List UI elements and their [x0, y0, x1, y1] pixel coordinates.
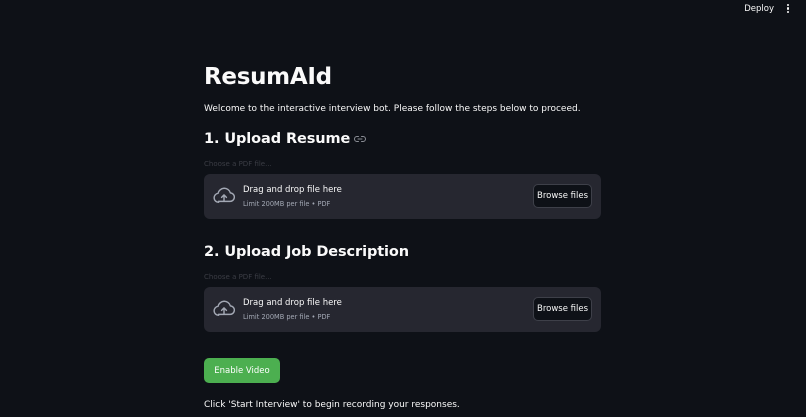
deploy-button[interactable]: Deploy [744, 4, 774, 14]
app-root: Deploy ResumAId Welcome to the interacti… [0, 0, 806, 417]
job-description-uploader-label: Choose a PDF file... [204, 273, 272, 281]
dropzone-limit-text: Limit 200MB per file • PDF [243, 200, 331, 208]
enable-video-button[interactable]: Enable Video [204, 358, 280, 383]
page-title: ResumAId [204, 64, 332, 90]
cloud-upload-icon [213, 300, 235, 317]
resume-dropzone[interactable]: Drag and drop file here Limit 200MB per … [204, 174, 601, 219]
upload-resume-heading: 1. Upload Resume [204, 131, 367, 147]
resume-browse-files-button[interactable]: Browse files [533, 184, 592, 208]
dropzone-instructions: Drag and drop file here [243, 185, 342, 195]
start-interview-instruction: Click 'Start Interview' to begin recordi… [204, 400, 460, 410]
welcome-text: Welcome to the interactive interview bot… [204, 104, 581, 114]
kebab-menu-icon[interactable] [784, 4, 792, 16]
job-description-browse-files-button[interactable]: Browse files [533, 297, 592, 321]
resume-uploader-label: Choose a PDF file... [204, 160, 272, 168]
dropzone-limit-text: Limit 200MB per file • PDF [243, 313, 331, 321]
job-description-dropzone[interactable]: Drag and drop file here Limit 200MB per … [204, 287, 601, 332]
upload-job-description-heading: 2. Upload Job Description [204, 244, 410, 260]
upload-resume-heading-text: 1. Upload Resume [204, 131, 351, 147]
cloud-upload-icon [213, 187, 235, 204]
top-toolbar: Deploy [0, 0, 806, 22]
dropzone-instructions: Drag and drop file here [243, 298, 342, 308]
link-icon[interactable] [354, 135, 367, 143]
